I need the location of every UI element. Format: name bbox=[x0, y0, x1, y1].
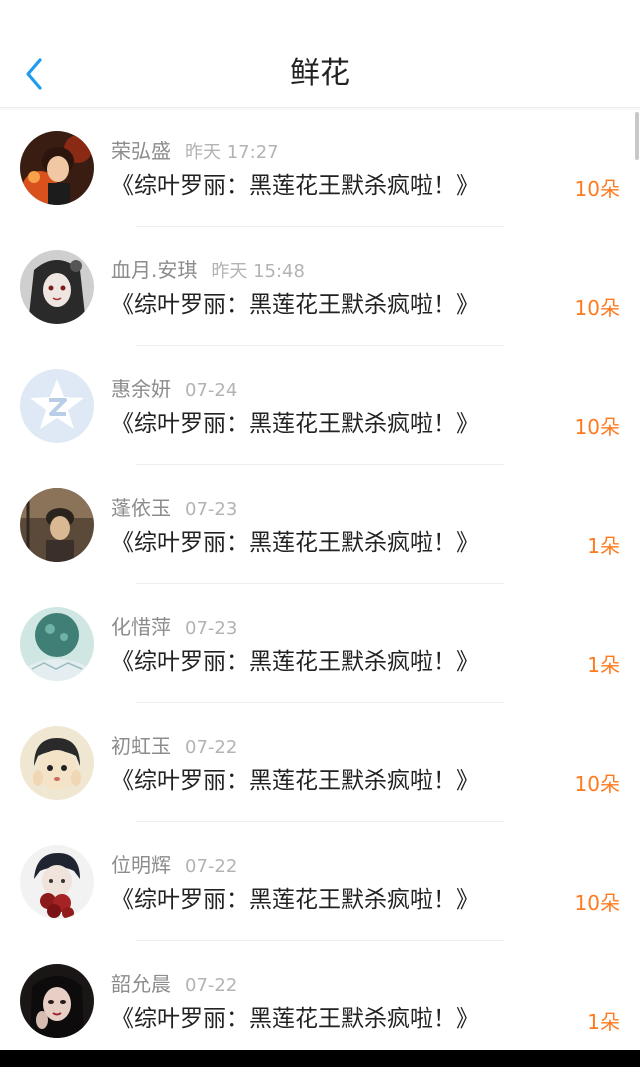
list-item[interactable]: 韶允晨 07-22 《综叶罗丽：黑莲花王默杀疯啦！》 1朵 bbox=[0, 941, 640, 1060]
system-navigation-bar bbox=[0, 1050, 640, 1067]
book-title[interactable]: 《综叶罗丽：黑莲花王默杀疯啦！》 bbox=[111, 170, 479, 202]
timestamp: 07-22 bbox=[185, 737, 238, 758]
user-name[interactable]: 位明辉 bbox=[111, 853, 171, 877]
record-meta: 血月.安琪 昨天 15:48 bbox=[111, 256, 305, 284]
timestamp: 07-22 bbox=[185, 856, 238, 877]
flower-count: 1朵 bbox=[587, 1010, 620, 1034]
flower-record-list: 荣弘盛 昨天 17:27 《综叶罗丽：黑莲花王默杀疯啦！》 10朵 血月.安琪 … bbox=[0, 108, 640, 1060]
avatar[interactable] bbox=[20, 131, 94, 205]
avatar[interactable] bbox=[20, 607, 94, 681]
flower-count: 10朵 bbox=[574, 296, 620, 320]
book-title[interactable]: 《综叶罗丽：黑莲花王默杀疯啦！》 bbox=[111, 408, 479, 440]
scrollbar[interactable] bbox=[635, 112, 639, 160]
record-meta: 惠余妍 07-24 bbox=[111, 375, 237, 403]
record-meta: 荣弘盛 昨天 17:27 bbox=[111, 137, 279, 165]
book-title[interactable]: 《综叶罗丽：黑莲花王默杀疯啦！》 bbox=[111, 527, 479, 559]
list-item[interactable]: 化惜萍 07-23 《综叶罗丽：黑莲花王默杀疯啦！》 1朵 bbox=[0, 584, 640, 703]
list-item[interactable]: 惠余妍 07-24 《综叶罗丽：黑莲花王默杀疯啦！》 10朵 bbox=[0, 346, 640, 465]
record-meta: 位明辉 07-22 bbox=[111, 851, 237, 879]
user-name[interactable]: 蓬依玉 bbox=[111, 496, 171, 520]
list-item[interactable]: 荣弘盛 昨天 17:27 《综叶罗丽：黑莲花王默杀疯啦！》 10朵 bbox=[0, 108, 640, 227]
timestamp: 07-23 bbox=[185, 618, 238, 639]
timestamp: 昨天 15:48 bbox=[211, 261, 305, 282]
book-title[interactable]: 《综叶罗丽：黑莲花王默杀疯啦！》 bbox=[111, 289, 479, 321]
book-title[interactable]: 《综叶罗丽：黑莲花王默杀疯啦！》 bbox=[111, 765, 479, 797]
timestamp: 昨天 17:27 bbox=[185, 142, 279, 163]
list-item[interactable]: 初虹玉 07-22 《综叶罗丽：黑莲花王默杀疯啦！》 10朵 bbox=[0, 703, 640, 822]
flower-count: 10朵 bbox=[574, 415, 620, 439]
flower-count: 10朵 bbox=[574, 891, 620, 915]
record-meta: 初虹玉 07-22 bbox=[111, 732, 237, 760]
timestamp: 07-24 bbox=[185, 380, 238, 401]
flower-count: 10朵 bbox=[574, 772, 620, 796]
book-title[interactable]: 《综叶罗丽：黑莲花王默杀疯啦！》 bbox=[111, 1003, 479, 1035]
list-item[interactable]: 位明辉 07-22 《综叶罗丽：黑莲花王默杀疯啦！》 10朵 bbox=[0, 822, 640, 941]
book-title[interactable]: 《综叶罗丽：黑莲花王默杀疯啦！》 bbox=[111, 884, 479, 916]
timestamp: 07-22 bbox=[185, 975, 238, 996]
timestamp: 07-23 bbox=[185, 499, 238, 520]
flower-count: 10朵 bbox=[574, 177, 620, 201]
avatar[interactable] bbox=[20, 964, 94, 1038]
record-meta: 韶允晨 07-22 bbox=[111, 970, 237, 998]
user-name[interactable]: 荣弘盛 bbox=[111, 139, 171, 163]
page-title: 鲜花 bbox=[290, 56, 350, 91]
flowers-page: 鲜花 荣弘盛 昨天 17:27 《综叶罗丽：黑莲花王默杀疯啦！》 10朵 血月.… bbox=[0, 0, 640, 1067]
list-item[interactable]: 血月.安琪 昨天 15:48 《综叶罗丽：黑莲花王默杀疯啦！》 10朵 bbox=[0, 227, 640, 346]
avatar[interactable] bbox=[20, 845, 94, 919]
record-meta: 蓬依玉 07-23 bbox=[111, 494, 237, 522]
avatar[interactable] bbox=[20, 488, 94, 562]
avatar[interactable] bbox=[20, 369, 94, 443]
top-bar: 鲜花 bbox=[0, 0, 640, 108]
record-meta: 化惜萍 07-23 bbox=[111, 613, 237, 641]
flower-count: 1朵 bbox=[587, 534, 620, 558]
avatar[interactable] bbox=[20, 726, 94, 800]
user-name[interactable]: 化惜萍 bbox=[111, 615, 171, 639]
user-name[interactable]: 惠余妍 bbox=[111, 377, 171, 401]
avatar[interactable] bbox=[20, 250, 94, 324]
list-item[interactable]: 蓬依玉 07-23 《综叶罗丽：黑莲花王默杀疯啦！》 1朵 bbox=[0, 465, 640, 584]
user-name[interactable]: 韶允晨 bbox=[111, 972, 171, 996]
user-name[interactable]: 血月.安琪 bbox=[111, 258, 197, 282]
flower-count: 1朵 bbox=[587, 653, 620, 677]
book-title[interactable]: 《综叶罗丽：黑莲花王默杀疯啦！》 bbox=[111, 646, 479, 678]
user-name[interactable]: 初虹玉 bbox=[111, 734, 171, 758]
